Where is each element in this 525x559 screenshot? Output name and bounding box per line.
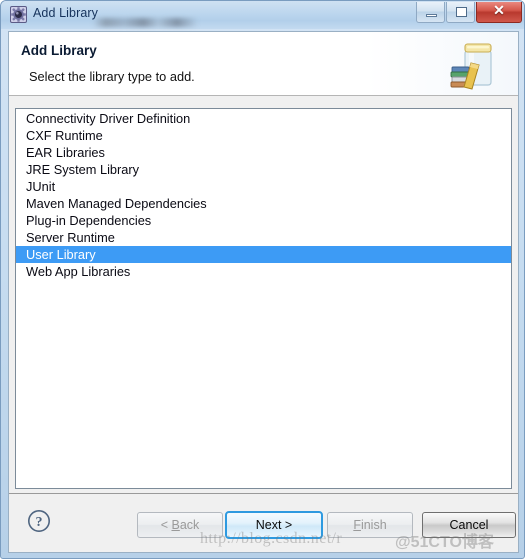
button-bar-separator: [9, 493, 518, 494]
list-item[interactable]: Connectivity Driver Definition: [16, 110, 511, 127]
restore-button[interactable]: [446, 2, 475, 23]
list-item[interactable]: EAR Libraries: [16, 144, 511, 161]
close-button[interactable]: ✕: [476, 2, 522, 23]
page-title: Add Library: [21, 43, 97, 58]
minimize-button[interactable]: [416, 2, 445, 23]
back-button-mnemonic: B: [171, 518, 180, 532]
list-item[interactable]: Web App Libraries: [16, 263, 511, 280]
wizard-header: Add Library Select the library type to a…: [9, 32, 518, 96]
library-type-list-items: Connectivity Driver Definition CXF Runti…: [16, 109, 511, 280]
dialog-client-area: Add Library Select the library type to a…: [8, 31, 519, 553]
watermark-site: @51CTO博客: [395, 534, 494, 551]
library-type-list[interactable]: Connectivity Driver Definition CXF Runti…: [15, 108, 512, 489]
list-item[interactable]: JRE System Library: [16, 161, 511, 178]
close-icon: ✕: [493, 4, 505, 19]
finish-button-mnemonic: F: [353, 518, 361, 532]
help-icon[interactable]: ?: [27, 509, 51, 533]
list-item[interactable]: CXF Runtime: [16, 127, 511, 144]
list-item[interactable]: Server Runtime: [16, 229, 511, 246]
list-item-selected[interactable]: User Library: [16, 246, 511, 263]
list-item[interactable]: Maven Managed Dependencies: [16, 195, 511, 212]
list-item[interactable]: Plug-in Dependencies: [16, 212, 511, 229]
back-button-label-rest: ack: [179, 518, 200, 532]
title-bar[interactable]: Add Library ✕: [1, 1, 524, 29]
finish-button-label-rest: inish: [360, 518, 387, 532]
svg-text:?: ?: [36, 515, 43, 530]
page-description: Select the library type to add.: [29, 69, 195, 84]
redacted-text-blur: [93, 18, 198, 27]
eclipse-gear-icon: [10, 6, 27, 23]
watermark-url: http://blog.csdn.net/r: [200, 530, 343, 547]
back-button-label: <: [160, 518, 172, 532]
list-item[interactable]: JUnit: [16, 178, 511, 195]
window-title: Add Library: [33, 6, 99, 20]
library-jar-books-icon: [448, 35, 506, 93]
window-controls: ✕: [415, 2, 522, 24]
dialog-window: Add Library ✕ Add Library Select the lib…: [0, 0, 525, 559]
